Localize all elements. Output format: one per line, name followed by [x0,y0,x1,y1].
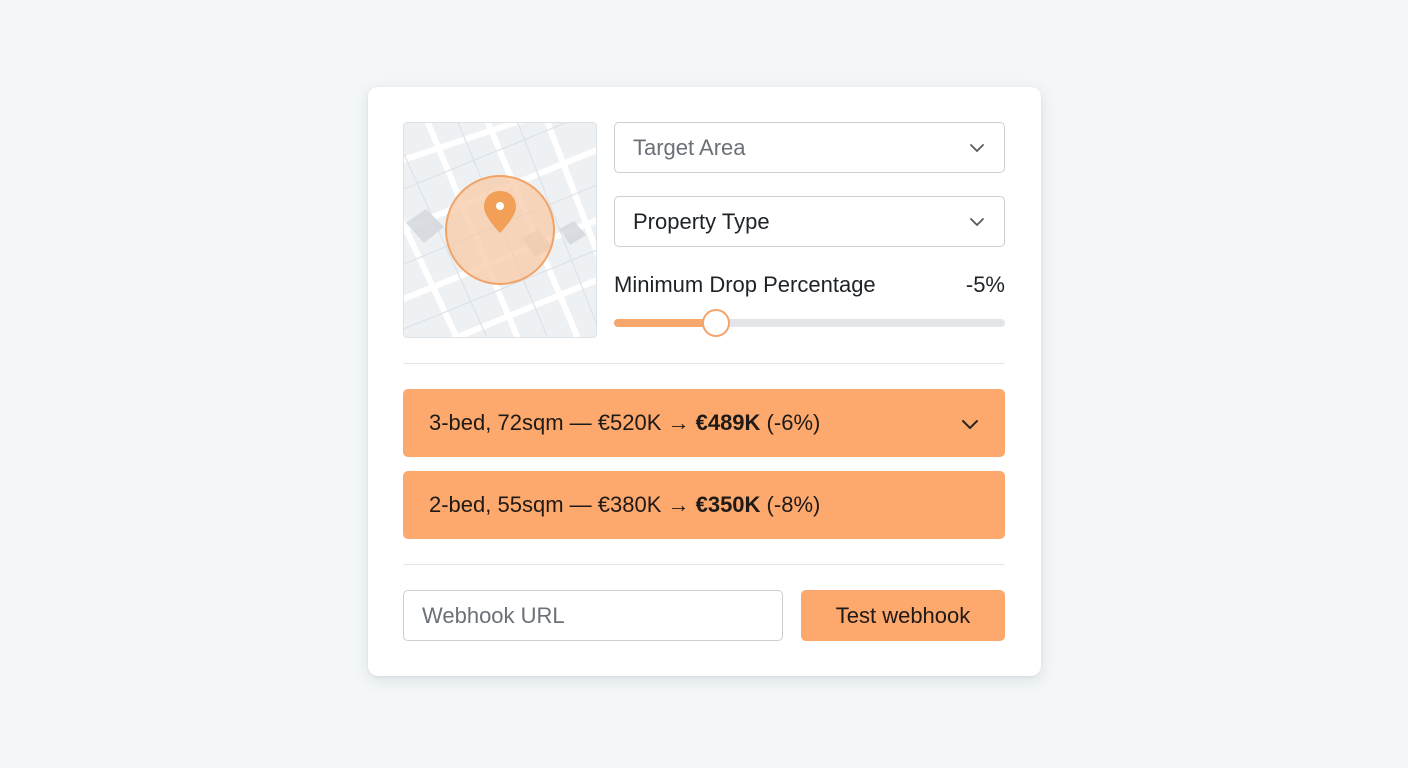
property-type-select[interactable]: Property Type [614,196,1005,247]
min-drop-label: Minimum Drop Percentage [614,272,876,297]
divider [403,363,1005,364]
property-type-value: Property Type [633,208,770,234]
result-text: 3-bed, 72sqm — €520K → €489K (-6%) [429,410,821,435]
chevron-down-icon [968,213,986,231]
min-drop-slider[interactable] [614,309,1005,337]
result-item[interactable]: 3-bed, 72sqm — €520K → €489K (-6%) [403,389,1005,457]
result-item[interactable]: 2-bed, 55sqm — €380K → €350K (-8%) [403,471,1005,539]
chevron-down-icon[interactable] [961,410,979,436]
test-webhook-button[interactable]: Test webhook [801,590,1005,641]
divider [403,564,1005,565]
min-drop-value: -5% [965,272,1005,297]
chevron-down-icon [968,139,986,157]
new-price: €489K [695,410,761,435]
map-svg [404,123,596,337]
alert-settings-card: Target Area Property Type Minimum Drop P… [368,87,1041,676]
result-text: 2-bed, 55sqm — €380K → €350K (-8%) [429,492,821,517]
slider-thumb[interactable] [701,309,730,337]
slider-fill [614,319,716,327]
target-area-select[interactable]: Target Area [614,122,1005,173]
webhook-url-input[interactable] [403,590,783,641]
new-price: €350K [695,492,761,517]
target-area-placeholder: Target Area [633,134,746,160]
area-map[interactable] [403,122,597,338]
